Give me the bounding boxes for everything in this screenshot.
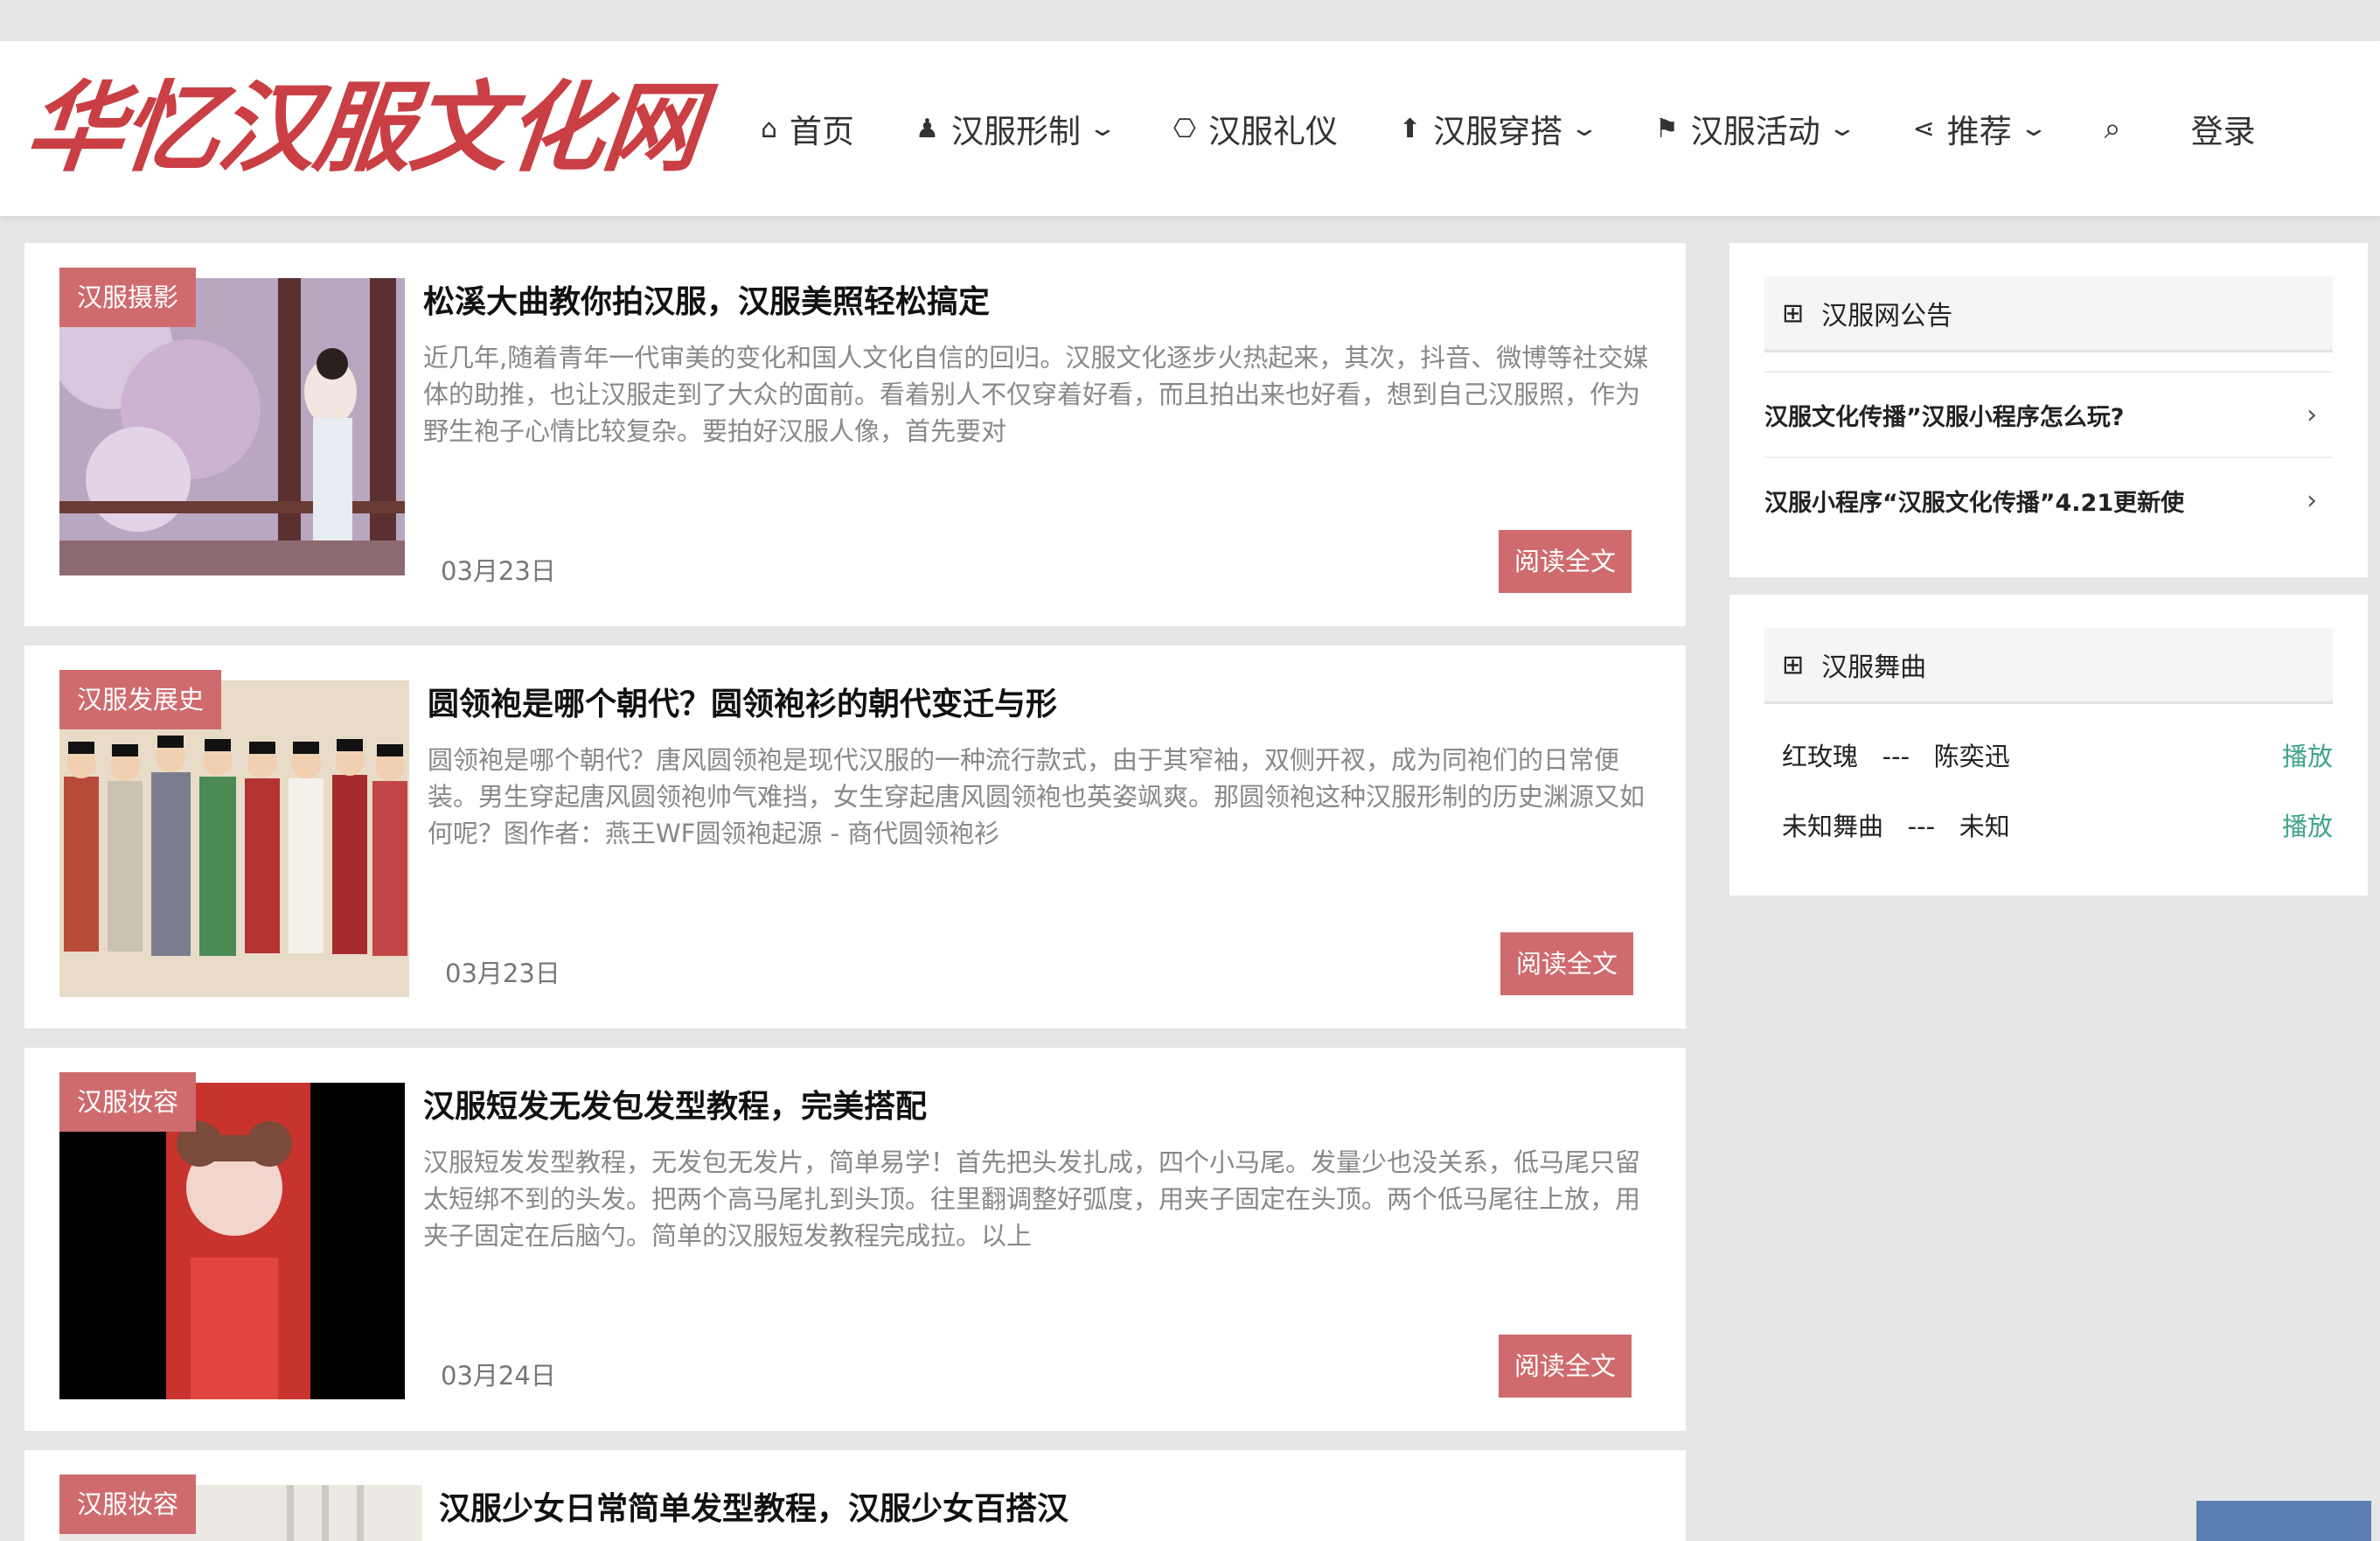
notice-widget: ⊞ 汉服网公告 汉服文化传播”汉服小程序怎么玩? › 汉服小程序“汉服文化传播”… — [1729, 243, 2368, 577]
search-icon[interactable]: ⌕ — [2105, 111, 2121, 146]
gift-icon: ⎔ — [1173, 113, 1196, 144]
chevron-right-icon: › — [2307, 399, 2317, 430]
song-name: 未知舞曲 — [1782, 812, 1884, 841]
nav-item-outfits[interactable]: ⬆ 汉服穿搭 ⌄ — [1398, 105, 1599, 152]
read-more-button[interactable]: 阅读全文 — [1500, 932, 1633, 995]
play-button[interactable]: 播放 — [2282, 736, 2333, 773]
song-separator: --- — [1907, 812, 1936, 841]
read-more-button[interactable]: 阅读全文 — [1499, 1335, 1632, 1398]
nav-label: 汉服礼仪 — [1207, 113, 1338, 150]
song-info: 红玫瑰 --- 陈奕迅 — [1782, 736, 2010, 773]
post-date: 03月23日 — [441, 556, 556, 586]
notice-text: 汉服文化传播”汉服小程序怎么玩? — [1764, 403, 2125, 431]
post-title[interactable]: 汉服短发无发包发型教程，完美搭配 — [423, 1081, 927, 1126]
song-item: 未知舞曲 --- 未知 播放 — [1782, 798, 2333, 851]
notice-item[interactable]: 汉服文化传播”汉服小程序怎么玩? › — [1764, 371, 2333, 457]
home-icon: ⌂ — [761, 113, 778, 144]
login-link[interactable]: 登录 — [2191, 105, 2256, 152]
read-more-button[interactable]: 阅读全文 — [1499, 530, 1632, 593]
tshirt-icon: ⬆ — [1398, 113, 1422, 144]
corner-watermark — [2196, 1501, 2371, 1541]
flag-icon: ⚑ — [1654, 113, 1679, 144]
person-icon: ♟ — [915, 113, 939, 144]
nav-label: 推荐 — [1946, 113, 2012, 150]
apps-icon: ⊞ — [1782, 649, 1805, 680]
chevron-right-icon: › — [2307, 485, 2317, 516]
song-artist: 陈奕迅 — [1933, 742, 2010, 771]
nav-item-etiquette[interactable]: ⎔ 汉服礼仪 — [1173, 105, 1338, 152]
post-title[interactable]: 汉服少女日常简单发型教程，汉服少女百搭汉 — [439, 1483, 1068, 1529]
post-category-tag[interactable]: 汉服摄影 — [59, 268, 197, 327]
nav-item-hanfu-styles[interactable]: ♟ 汉服形制 ⌄ — [915, 105, 1117, 152]
widget-title: ⊞ 汉服舞曲 — [1764, 628, 2333, 704]
site-header: 华忆汉服文化网 ⌂ 首页 ♟ 汉服形制 ⌄ ⎔ 汉服礼仪 ⬆ 汉服穿搭 ⌄ ⚑ … — [0, 41, 2380, 216]
post-card: 汉服妆容 汉服短发无发包发型教程，完美搭配 汉服短发发型教程，无发包无发片，简单… — [24, 1048, 1686, 1431]
song-info: 未知舞曲 --- 未知 — [1782, 806, 2010, 843]
post-card: 汉服发展史 圆领袍是哪个朝代？圆领袍衫的朝代变迁与形 圆领袍是哪个朝代？唐风圆领… — [24, 645, 1686, 1028]
widget-title: ⊞ 汉服网公告 — [1764, 276, 2333, 352]
chevron-down-icon: ⌄ — [1569, 115, 1600, 142]
post-card: 汉服摄影 松溪大曲教你拍汉服，汉服美照轻松搞定 近几年,随着青年一代审美的变化和… — [24, 243, 1686, 626]
song-item: 红玫瑰 --- 陈奕迅 播放 — [1782, 729, 2333, 781]
nav-label: 汉服形制 — [950, 113, 1081, 150]
chevron-down-icon: ⌄ — [1087, 115, 1118, 142]
nav-item-events[interactable]: ⚑ 汉服活动 ⌄ — [1654, 105, 1857, 152]
nav-label: 汉服穿搭 — [1433, 113, 1563, 150]
main-nav: ⌂ 首页 ♟ 汉服形制 ⌄ ⎔ 汉服礼仪 ⬆ 汉服穿搭 ⌄ ⚑ 汉服活动 ⌄ ⋖… — [761, 41, 2256, 216]
nav-item-home[interactable]: ⌂ 首页 — [761, 105, 854, 152]
post-category-tag[interactable]: 汉服妆容 — [59, 1072, 197, 1132]
post-excerpt: 汉服短发发型教程，无发包无发片，简单易学！首先把头发扎成，四个小马尾。发量少也没… — [423, 1147, 1641, 1251]
music-widget: ⊞ 汉服舞曲 红玫瑰 --- 陈奕迅 播放 未知舞曲 --- 未知 播放 — [1729, 595, 2368, 896]
chevron-down-icon: ⌄ — [2018, 115, 2049, 142]
post-date: 03月24日 — [441, 1361, 556, 1391]
song-separator: --- — [1882, 742, 1910, 771]
notice-text: 汉服小程序“汉服文化传播”4.21更新使 — [1764, 489, 2185, 517]
widget-title-text: 汉服舞曲 — [1821, 652, 1927, 683]
nav-label: 首页 — [790, 113, 855, 150]
post-title[interactable]: 圆领袍是哪个朝代？圆领袍衫的朝代变迁与形 — [428, 679, 1057, 724]
apps-icon: ⊞ — [1782, 297, 1805, 329]
nav-label: 汉服活动 — [1690, 113, 1820, 150]
post-card: 汉服妆容 汉服少女日常简单发型教程，汉服少女百搭汉 — [24, 1450, 1686, 1541]
post-date: 03月23日 — [445, 959, 560, 988]
song-name: 红玫瑰 — [1782, 742, 1859, 771]
post-excerpt: 圆领袍是哪个朝代？唐风圆领袍是现代汉服的一种流行款式，由于其窄袖，双侧开衩，成为… — [428, 745, 1646, 848]
post-category-tag[interactable]: 汉服妆容 — [59, 1475, 197, 1534]
site-logo[interactable]: 华忆汉服文化网 — [20, 67, 706, 190]
chevron-down-icon: ⌄ — [1827, 115, 1858, 142]
play-button[interactable]: 播放 — [2282, 806, 2333, 843]
song-artist: 未知 — [1959, 812, 2010, 841]
widget-title-text: 汉服网公告 — [1821, 301, 1953, 331]
share-icon: ⋖ — [1912, 113, 1935, 144]
nav-item-recommend[interactable]: ⋖ 推荐 ⌄ — [1912, 105, 2049, 152]
post-title[interactable]: 松溪大曲教你拍汉服，汉服美照轻松搞定 — [423, 276, 990, 322]
post-category-tag[interactable]: 汉服发展史 — [59, 670, 222, 729]
post-excerpt: 近几年,随着青年一代审美的变化和国人文化自信的回归。汉服文化逐步火热起来，其次，… — [423, 343, 1649, 446]
notice-item[interactable]: 汉服小程序“汉服文化传播”4.21更新使 › — [1764, 457, 2333, 542]
